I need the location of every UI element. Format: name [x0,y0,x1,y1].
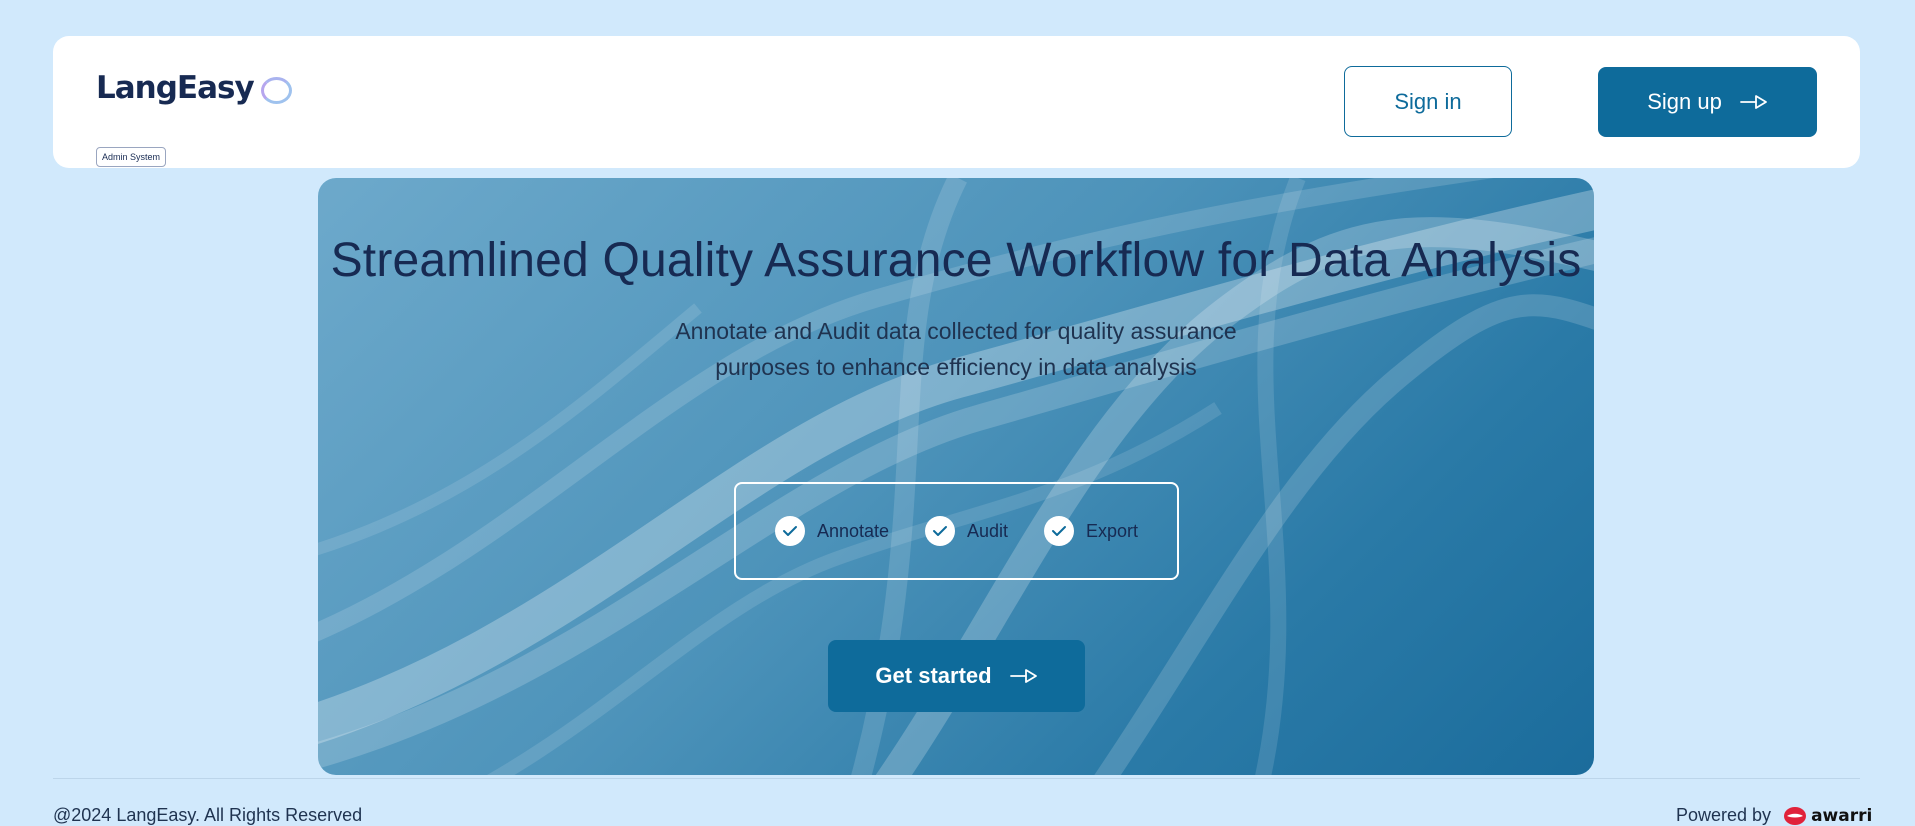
feature-label: Audit [967,520,1009,541]
check-icon [774,516,805,546]
awarri-lips-icon [1784,806,1807,825]
sign-in-label: Sign in [1394,88,1462,114]
check-icon [1044,516,1075,546]
hero-title: Streamlined Quality Assurance Workflow f… [330,234,1582,287]
sign-up-label: Sign up [1647,89,1722,114]
powered-by-label: Powered by [1676,805,1772,825]
get-started-button[interactable]: Get started [828,640,1085,712]
feature-label: Annotate [816,520,889,541]
powered-by: Powered by awarri [1676,805,1872,826]
hero-subtitle: Annotate and Audit data collected for qu… [675,318,1237,380]
copyright-text: @2024 LangEasy. All Rights Reserved [53,805,363,825]
logo-text: LangEasy [96,70,255,106]
get-started-label: Get started [875,663,992,688]
admin-system-badge: Admin System [96,147,167,167]
feature-item-audit: Audit [925,516,1008,546]
feature-item-annotate: Annotate [774,516,889,546]
sign-in-button[interactable]: Sign in [1344,66,1512,137]
logo[interactable]: LangEasy Admin System [96,70,296,180]
top-navbar: LangEasy Admin System Sign in Sign up [53,36,1860,168]
arrow-right-icon [1739,94,1768,110]
feature-list: Annotate Audit Export [734,482,1179,580]
brand-name: awarri [1811,805,1873,826]
feature-label: Export [1086,520,1139,541]
hero-banner: Streamlined Quality Assurance Workflow f… [318,178,1594,775]
sign-up-button[interactable]: Sign up [1598,67,1817,137]
feature-item-export: Export [1044,516,1138,546]
awarri-logo[interactable]: awarri [1783,806,1872,826]
check-icon [925,516,955,546]
arrow-right-icon [1009,668,1038,684]
footer-divider [53,778,1860,779]
ring-icon [260,76,292,104]
